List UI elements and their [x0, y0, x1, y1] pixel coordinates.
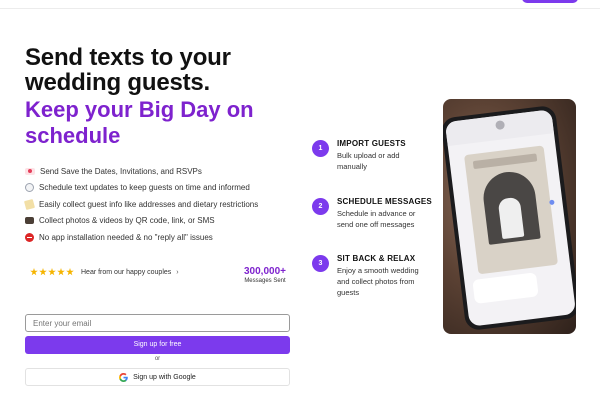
step-description: Schedule in advance or send one off mess…	[337, 208, 432, 230]
step-title: SIT BACK & RELAX	[337, 254, 416, 263]
feature-text: No app installation needed & no "reply a…	[39, 232, 213, 242]
phone-photo	[443, 99, 576, 334]
feature-text: Collect photos & videos by QR code, link…	[39, 216, 215, 226]
messages-header	[444, 109, 554, 147]
google-icon	[119, 372, 128, 382]
step-number-badge: 1	[312, 140, 329, 157]
step-desc-line: Schedule in advance or	[337, 209, 416, 218]
steps-list: 1 IMPORT GUESTS Bulk upload or add manua…	[312, 138, 432, 298]
step-relax: 3 SIT BACK & RELAX Enjoy a smooth weddin…	[312, 254, 432, 298]
feature-text: Schedule text updates to keep guests on …	[39, 183, 250, 193]
feature-item: Easily collect guest info like addresses…	[23, 196, 325, 213]
step-desc-line: Enjoy a smooth wedding	[337, 266, 419, 275]
step-number-badge: 2	[312, 198, 329, 215]
hero-heading: Send texts to your wedding guests. Keep …	[25, 45, 325, 150]
subheadline-line-2: schedule	[25, 123, 121, 148]
email-field[interactable]	[25, 314, 290, 332]
sign-up-button[interactable]: Sign up for free	[25, 336, 290, 354]
camera-icon	[25, 217, 34, 225]
star-icon	[66, 268, 74, 276]
feature-item: Collect photos & videos by QR code, link…	[25, 213, 325, 230]
feature-text: Easily collect guest info like addresses…	[39, 199, 259, 209]
step-desc-line: and collect photos from	[337, 277, 415, 286]
feature-item: No app installation needed & no "reply a…	[25, 229, 325, 246]
step-desc-line: Bulk upload or add	[337, 151, 400, 160]
memo-icon	[23, 198, 36, 210]
card-title-bar	[472, 153, 538, 170]
step-desc-line: guests	[337, 288, 360, 297]
subheadline-line-1: Keep your Big Day on	[25, 97, 254, 122]
feature-text: Send Save the Dates, Invitations, and RS…	[40, 166, 202, 176]
google-signup-label: Sign up with Google	[133, 373, 196, 381]
step-desc-line: manually	[337, 162, 368, 171]
clock-icon	[25, 183, 34, 193]
step-title: SCHEDULE MESSAGES	[337, 197, 432, 206]
feature-item: Send Save the Dates, Invitations, and RS…	[25, 163, 325, 180]
star-icon	[39, 268, 47, 276]
save-the-date-card	[463, 145, 559, 275]
chevron-right-icon: ›	[176, 268, 179, 276]
step-import: 1 IMPORT GUESTS Bulk upload or add manua…	[312, 139, 432, 196]
testimonials-text: Hear from our happy couples	[81, 268, 172, 276]
message-dot	[549, 199, 555, 206]
rating-stars	[30, 268, 75, 276]
message-bubble	[472, 272, 539, 304]
messages-stat: 300,000+ Messages Sent	[240, 266, 290, 284]
stat-label: Messages Sent	[244, 278, 286, 284]
or-divider: or	[154, 356, 161, 362]
love-letter-icon	[25, 167, 35, 175]
avatar	[495, 120, 506, 131]
step-number-badge: 3	[312, 255, 329, 272]
star-icon	[30, 268, 38, 276]
testimonials-link[interactable]: Hear from our happy couples ›	[30, 268, 179, 276]
step-title: IMPORT GUESTS	[337, 139, 406, 148]
step-desc-line: send one off messages	[337, 220, 415, 229]
google-signup-button[interactable]: Sign up with Google	[25, 368, 290, 386]
step-description: Bulk upload or add manually	[337, 150, 432, 172]
stat-number: 300,000+	[244, 266, 286, 277]
star-icon	[57, 268, 65, 276]
phone-mockup	[443, 104, 576, 332]
feature-item: Schedule text updates to keep guests on …	[25, 180, 325, 197]
step-description: Enjoy a smooth wedding and collect photo…	[337, 265, 432, 298]
nav-cta-button[interactable]	[522, 0, 578, 3]
no-entry-icon	[25, 232, 34, 242]
feature-list: Send Save the Dates, Invitations, and RS…	[23, 163, 325, 246]
step-schedule: 2 SCHEDULE MESSAGES Schedule in advance …	[312, 197, 432, 253]
phone-screen	[444, 109, 576, 327]
star-icon	[48, 268, 56, 276]
top-nav-bar	[0, 0, 600, 9]
headline-line-2: wedding guests.	[25, 69, 211, 96]
headline-line-1: Send texts to your	[25, 44, 231, 71]
